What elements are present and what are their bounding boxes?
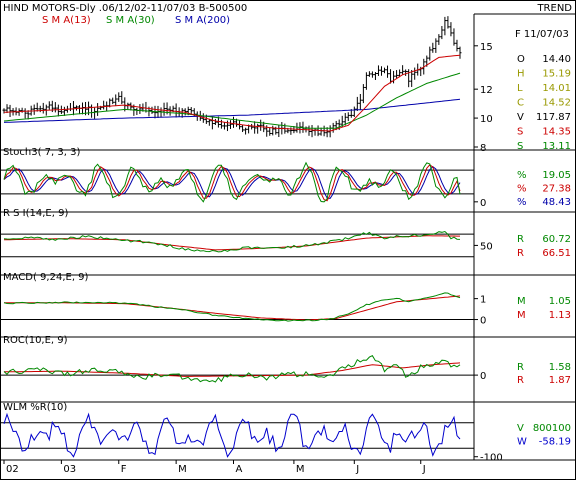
readout-key: S [517, 127, 523, 138]
x-axis-tick-label: J [422, 464, 426, 475]
readout-key: C [517, 98, 524, 109]
readout-value: 1.13 [549, 310, 571, 321]
x-axis-tick-label: M [296, 464, 305, 475]
readout-value: 19.05 [542, 170, 571, 181]
readout-value: 15.19 [542, 69, 571, 80]
chart-title: HIND MOTORS-Dly .06/12/02-11/07/03 B-500… [3, 3, 247, 14]
panel-title-macd: MACD( 9,24,E, 9) [3, 272, 89, 283]
chart-marks: 8101215O 14.40H 15.19L 14.01C 14.52V 117.87S 1… [0, 13, 576, 475]
readout-key: R [517, 375, 524, 386]
readout-value: 800100 [533, 423, 571, 434]
rsi-y-tick-label: 50 [480, 241, 493, 252]
readout-value: 117.87 [536, 112, 571, 123]
x-axis-tick-label: 03 [63, 464, 76, 475]
readout-key: R [517, 362, 524, 373]
readout-key: V [517, 423, 524, 434]
readout-value: 13.11 [542, 141, 571, 152]
readout-value: 1.05 [549, 296, 571, 307]
readout-key: V [517, 112, 524, 123]
readout-value: 1.87 [549, 375, 571, 386]
readout-value: -58.19 [539, 437, 571, 448]
readout-value: 14.35 [542, 127, 571, 138]
readout-value: 66.51 [542, 248, 571, 259]
readout-date: F 11/07/03 [515, 29, 569, 40]
panel-title-rsi: R S I(14,E, 9) [3, 208, 68, 219]
x-axis-tick-label: 02 [6, 464, 19, 475]
chart-frame [0, 0, 576, 480]
chart-canvas: HIND MOTORS-Dly .06/12/02-11/07/03 B-500… [0, 0, 576, 480]
price-y-tick-label: 15 [480, 42, 493, 53]
readout-key: % [517, 170, 527, 181]
x-axis-tick-label: J [355, 464, 359, 475]
readout-key: M [517, 310, 526, 321]
readout-key: M [517, 296, 526, 307]
roc-signal-line [4, 362, 461, 377]
panel-title-stoch: Stoch3( 7, 3, 3) [3, 147, 80, 158]
readout-value: 14.40 [542, 54, 571, 65]
readout-key: % [517, 197, 527, 208]
price-y-tick-label: 10 [480, 114, 493, 125]
stoch-k-line [3, 161, 461, 203]
legend-sma30: S M A(30) [106, 15, 155, 26]
readout-value: 14.01 [542, 83, 571, 94]
readout-value: 60.72 [542, 234, 571, 245]
readout-key: O [517, 54, 525, 65]
readout-key: S [517, 141, 523, 152]
readout-key: W [517, 437, 527, 448]
wlm-y-tick-label: -100 [480, 453, 503, 464]
x-axis-tick-label: M [178, 464, 187, 475]
readout-key: R [517, 248, 524, 259]
macd-y-tick-label: 1 [480, 295, 486, 306]
roc-y-tick-label: 0 [480, 371, 486, 382]
wlm-line [3, 412, 461, 458]
rsi-signal-line [3, 235, 460, 251]
trend-label: TREND [536, 3, 572, 14]
legend-sma200: S M A(200) [175, 15, 230, 26]
readout-value: 14.52 [542, 98, 571, 109]
readout-key: % [517, 184, 527, 195]
stoch-y-tick-label: 0 [480, 198, 486, 209]
price-y-tick-label: 12 [480, 85, 493, 96]
x-axis-tick-label: F [121, 464, 127, 475]
roc-line [3, 355, 461, 383]
readout-value: 1.58 [549, 362, 571, 373]
panel-title-wlm: WLM %R(10) [3, 402, 67, 413]
readout-value: 48.43 [542, 197, 571, 208]
macd-y-tick-label: 0 [480, 316, 486, 327]
macd-line [3, 292, 461, 322]
readout-key: L [517, 83, 523, 94]
x-axis-tick-label: A [236, 464, 243, 475]
readout-key: R [517, 234, 524, 245]
price-y-tick-label: 8 [480, 143, 486, 154]
legend-sma13: S M A(13) [42, 15, 91, 26]
readout-key: H [517, 69, 525, 80]
readout-value: 27.38 [542, 184, 571, 195]
